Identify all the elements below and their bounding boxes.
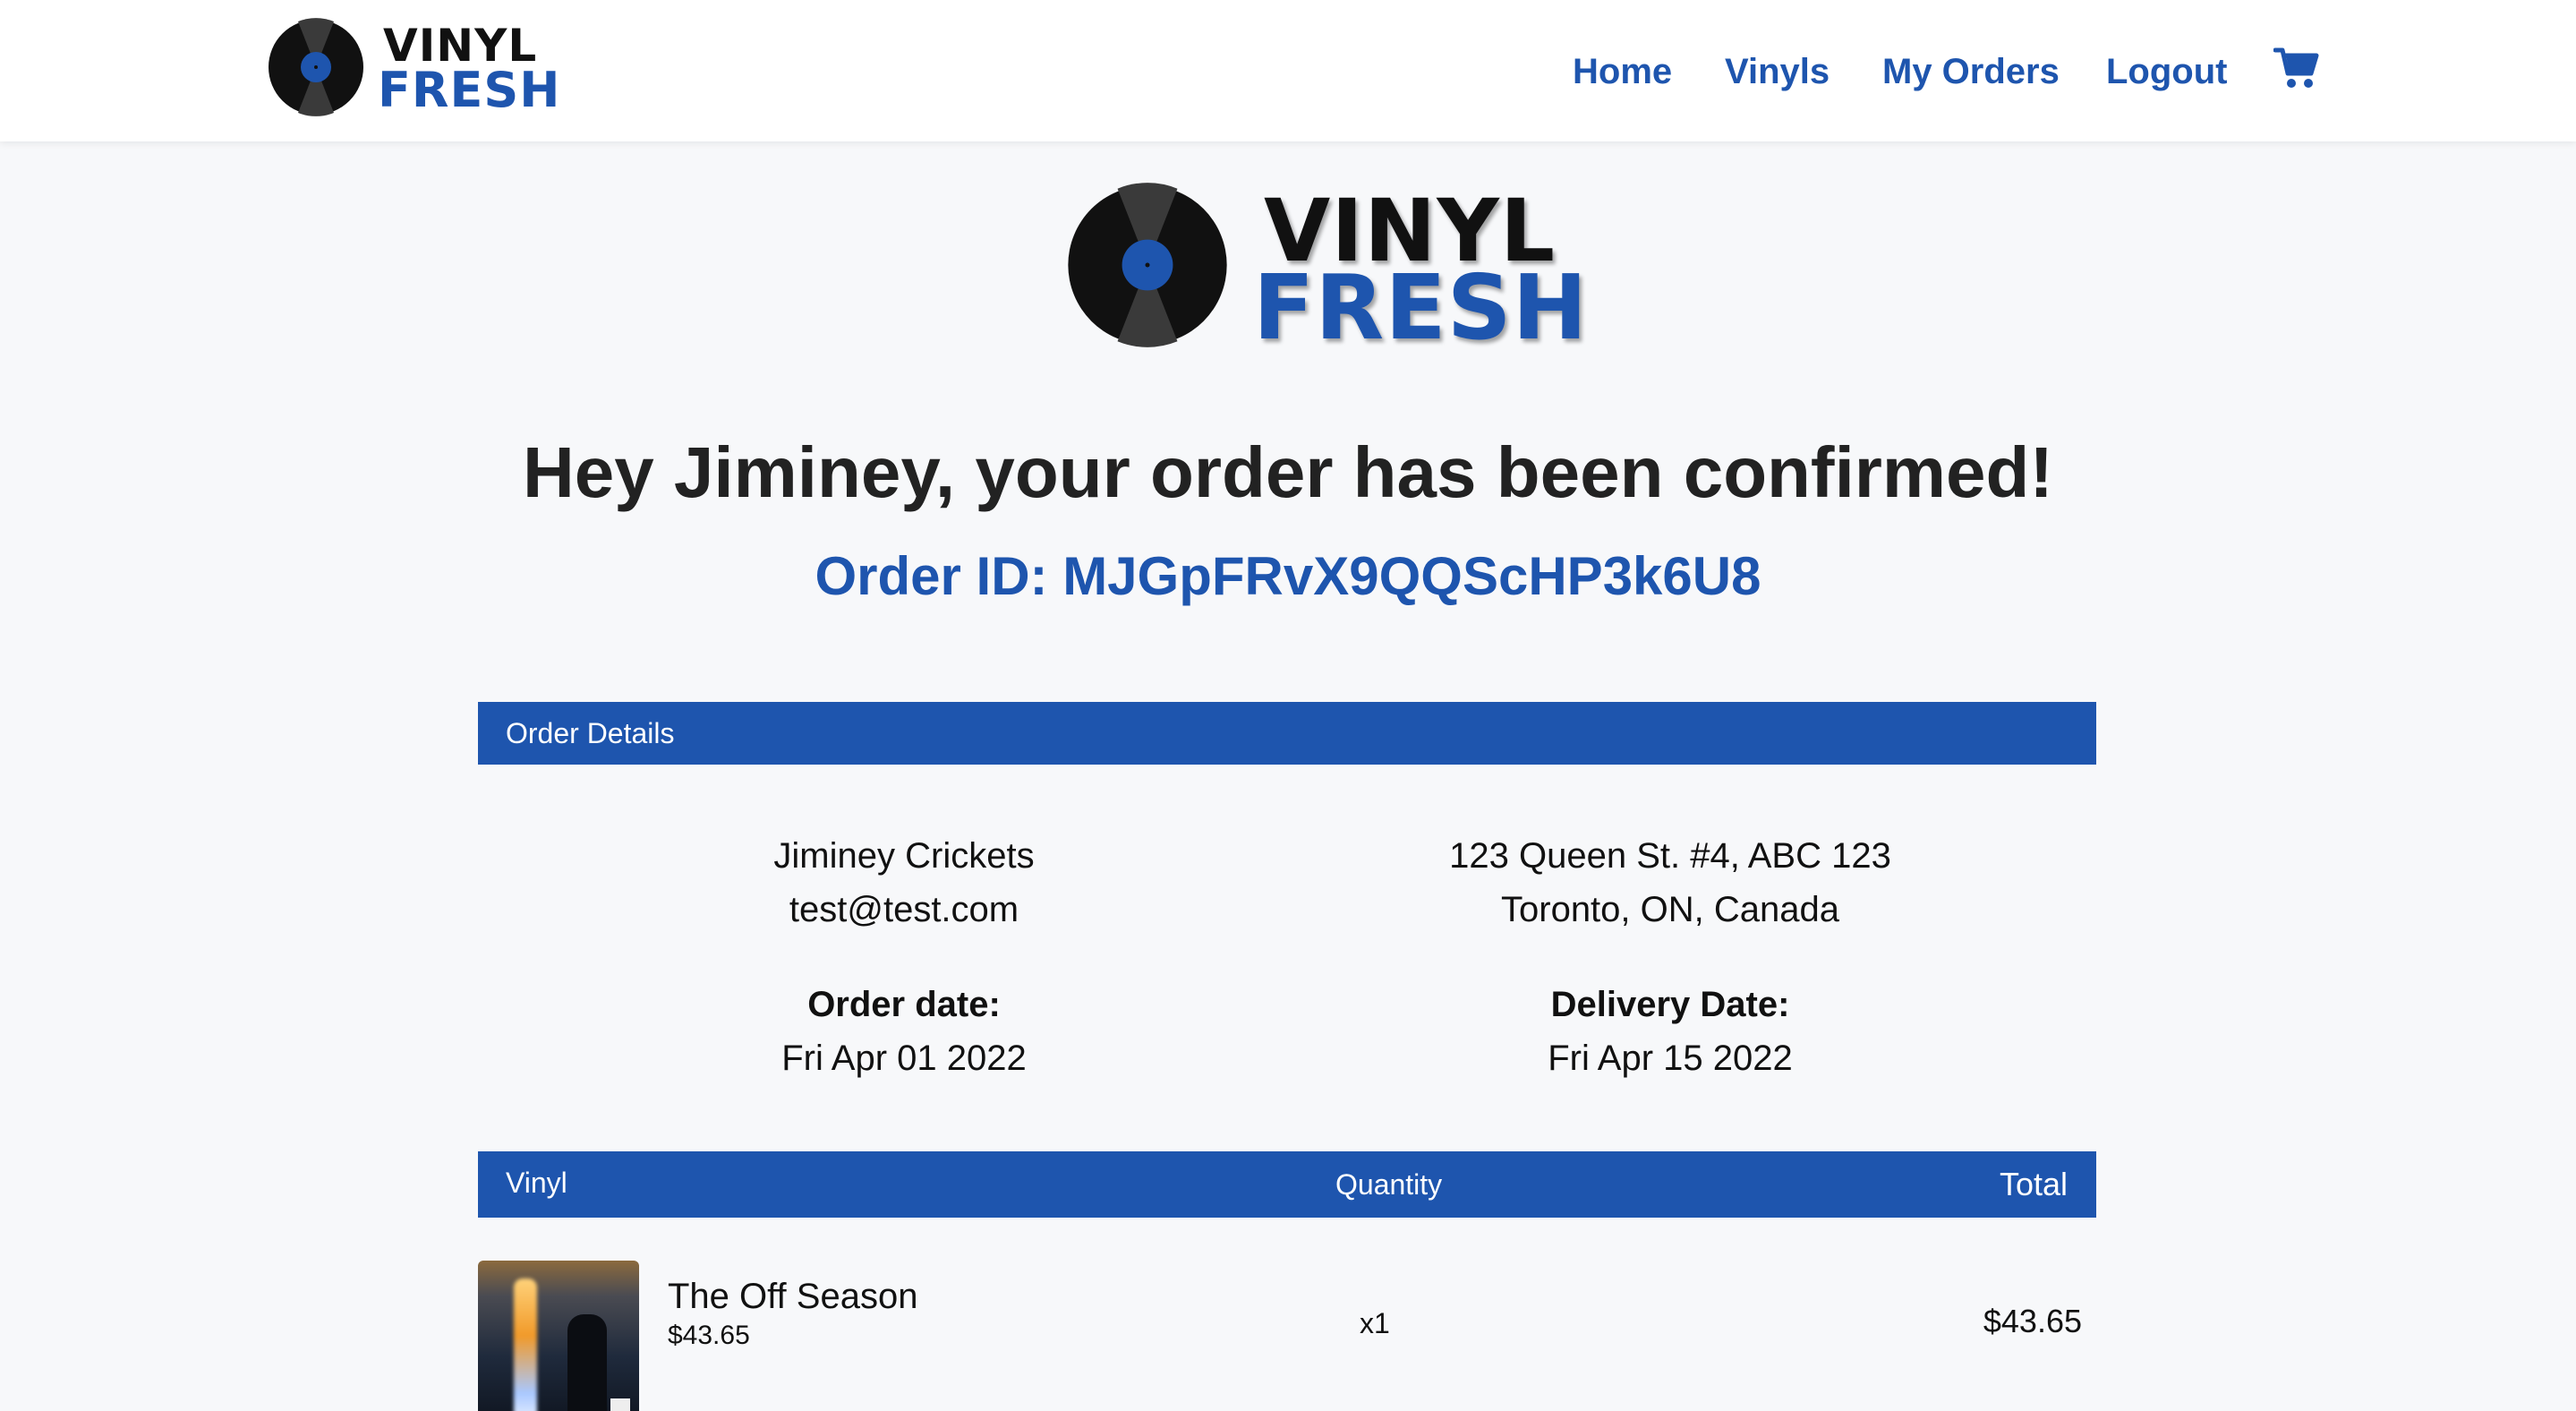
order-date-value: Fri Apr 01 2022 — [781, 1039, 1027, 1078]
shipping-address: 123 Queen St. #4, ABC 123 Toronto, ON, C… — [1330, 829, 2010, 936]
customer-email: test@test.com — [789, 890, 1019, 929]
nav-link-home[interactable]: Home — [1573, 47, 1672, 97]
nav-link-my-orders[interactable]: My Orders — [1882, 47, 2060, 97]
order-date-block: Order date: Fri Apr 01 2022 — [564, 978, 1244, 1085]
column-header-total: Total — [1999, 1166, 2068, 1202]
navbar: VINYL FRESH Home Vinyls My Orders Logout — [0, 0, 2576, 141]
order-id-value: MJGpFRvX9QQScHP3k6U8 — [1062, 546, 1761, 606]
item-quantity: x1 — [1360, 1307, 1390, 1339]
nav-links: Home Vinyls My Orders Logout — [0, 47, 2576, 97]
nav-link-logout[interactable]: Logout — [2106, 47, 2228, 97]
order-date-label: Order date: — [807, 985, 1001, 1024]
order-details-header: Order Details — [478, 702, 2096, 765]
order-details-title: Order Details — [506, 717, 675, 749]
album-cover-image[interactable] — [478, 1261, 639, 1411]
address-line-1: 123 Queen St. #4, ABC 123 — [1449, 836, 1891, 876]
confirmation-heading: Hey Jiminey, your order has been confirm… — [522, 432, 2054, 512]
hero-logo-text-fresh: FRESH — [1253, 255, 1589, 360]
item-title[interactable]: The Off Season — [668, 1271, 917, 1321]
items-table-header: Vinyl Quantity Total — [478, 1151, 2096, 1218]
table-row: The Off Season $43.65 x1 $43.65 — [478, 1261, 2096, 1411]
item-total: $43.65 — [1983, 1303, 2082, 1339]
customer-name: Jiminey Crickets — [773, 836, 1035, 876]
order-id: Order ID: MJGpFRvX9QQScHP3k6U8 — [0, 541, 2576, 612]
column-header-vinyl: Vinyl — [506, 1167, 567, 1199]
address-line-2: Toronto, ON, Canada — [1501, 890, 1839, 929]
delivery-date-block: Delivery Date: Fri Apr 15 2022 — [1330, 978, 2010, 1085]
item-unit-price: $43.65 — [668, 1321, 750, 1350]
order-id-label: Order ID: — [815, 546, 1063, 606]
shopping-cart-icon[interactable] — [2273, 47, 2320, 90]
column-header-quantity: Quantity — [1335, 1168, 1443, 1201]
delivery-date-value: Fri Apr 15 2022 — [1548, 1039, 1793, 1078]
customer-info: Jiminey Crickets test@test.com — [564, 829, 1244, 936]
vinyl-record-icon — [1068, 183, 1227, 347]
nav-link-vinyls[interactable]: Vinyls — [1725, 47, 1830, 97]
delivery-date-label: Delivery Date: — [1550, 985, 1790, 1024]
hero-logo: VINYL FRESH — [1065, 183, 1587, 356]
